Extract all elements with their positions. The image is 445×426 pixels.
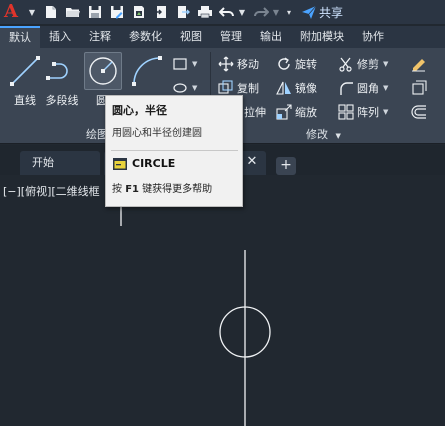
tooltip-divider: [111, 150, 238, 151]
command-line-icon: [113, 158, 127, 170]
tooltip-title: 圆心，半径: [112, 104, 167, 117]
tooltip-command: CIRCLE: [132, 157, 176, 170]
tooltip-help-suffix: 键获得更多帮助: [142, 184, 213, 195]
tooltip-help: 按 F1 键获得更多帮助: [112, 180, 212, 195]
tooltip-help-key: F1: [125, 184, 139, 195]
drawing-geometry: [120, 205, 271, 426]
tooltip-help-prefix: 按: [112, 184, 122, 195]
tooltip-description: 用圆心和半径创建圆: [112, 128, 202, 139]
circle-tooltip: 圆心，半径 用圆心和半径创建圆 CIRCLE 按 F1 键获得更多帮助: [105, 95, 243, 207]
